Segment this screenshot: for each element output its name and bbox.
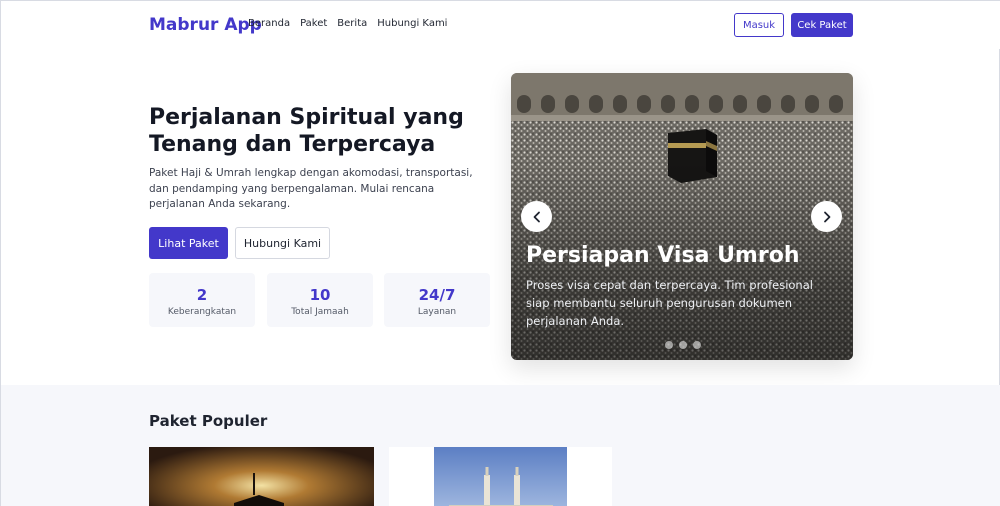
carousel-indicators <box>665 341 701 349</box>
check-package-button[interactable]: Cek Paket <box>791 13 853 37</box>
stat-label: Total Jamaah <box>291 307 349 317</box>
carousel-next-button[interactable] <box>811 201 842 232</box>
slide-description: Proses visa cepat dan terpercaya. Tim pr… <box>526 278 813 328</box>
stat-value: 24/7 <box>418 286 456 304</box>
hero-description: Paket Haji & Umrah lengkap dengan akomod… <box>149 167 473 210</box>
carousel-dot-1[interactable] <box>665 341 673 349</box>
stat-value: 2 <box>196 286 208 304</box>
stat-card-departures: 2 Keberangkatan <box>149 273 255 327</box>
carousel-dot-3[interactable] <box>693 341 701 349</box>
hero-title: Perjalanan Spiritual yang Tenang dan Ter… <box>149 105 464 157</box>
main-nav: Beranda Paket Berita Hubungi Kami <box>248 18 447 29</box>
nav-link-hubungi-kami[interactable]: Hubungi Kami <box>377 18 447 29</box>
view-packages-button[interactable]: Lihat Paket <box>149 227 228 259</box>
package-image <box>149 447 374 506</box>
contact-us-button[interactable]: Hubungi Kami <box>235 227 330 259</box>
carousel-prev-button[interactable] <box>521 201 552 232</box>
stat-label: Layanan <box>417 307 457 317</box>
package-image <box>389 447 612 506</box>
top-navbar: Mabrur App Beranda Paket Berita Hubungi … <box>1 1 1000 49</box>
chevron-left-icon <box>533 211 540 222</box>
stat-card-service: 24/7 Layanan <box>384 273 490 327</box>
nav-link-beranda[interactable]: Beranda <box>248 18 290 29</box>
package-card[interactable] <box>149 447 374 506</box>
login-button[interactable]: Masuk <box>734 13 784 37</box>
nav-link-berita[interactable]: Berita <box>337 18 367 29</box>
carousel-dot-2[interactable] <box>679 341 687 349</box>
stat-label: Keberangkatan <box>167 307 237 317</box>
slide-title: Persiapan Visa Umroh <box>526 243 800 268</box>
stat-card-total-pilgrims: 10 Total Jamaah <box>267 273 373 327</box>
brand-logo[interactable]: Mabrur App <box>149 15 262 35</box>
nav-link-paket[interactable]: Paket <box>300 18 327 29</box>
popular-packages-section: Paket Populer <box>1 385 1000 506</box>
stat-value: 10 <box>309 286 331 304</box>
hero-carousel: Persiapan Visa Umroh Proses visa cepat d… <box>511 73 853 360</box>
section-title: Paket Populer <box>149 412 268 430</box>
chevron-right-icon <box>823 211 830 222</box>
package-card[interactable] <box>389 447 612 506</box>
